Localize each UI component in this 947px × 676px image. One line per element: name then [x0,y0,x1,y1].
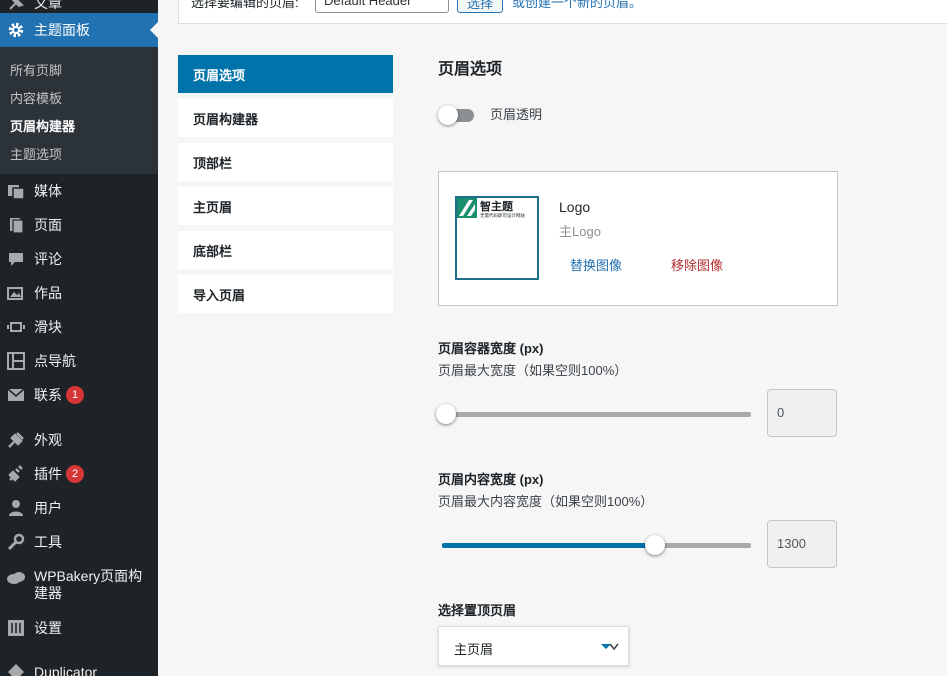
sidebar-item-label: 工具 [34,534,62,550]
sidebar-item-comments[interactable]: 评论 [0,242,158,276]
sidebar-item-label: 点导航 [34,353,76,369]
portfolio-icon [6,283,26,303]
logo-upload-box: 智主题 无需代码即可设计网站 Logo 主Logo 替换图像 移除图像 [438,171,838,306]
sidebar-item-label: WPBakery页面构建器 [34,568,143,601]
sidebar-item-plugins[interactable]: 插件 2 [0,457,158,491]
content-width-slider[interactable] [442,535,751,555]
sidebar-item-label: 滑块 [34,319,62,335]
tab-bottom-bar[interactable]: 底部栏 [178,231,393,269]
logo-image-icon: 智主题 无需代码即可设计网站 [457,198,525,219]
submenu-item-header-builder[interactable]: 页眉构建器 [10,116,75,135]
sidebar-item-label: 设置 [34,620,62,636]
submenu-item-theme-options[interactable]: 主题选项 [10,144,62,163]
transparent-header-toggle[interactable] [438,105,474,125]
sidebar-item-theme-panel[interactable]: 主题面板 [0,13,158,47]
users-icon [6,498,26,518]
sidebar-item-dot-nav[interactable]: 点导航 [0,344,158,378]
slider-knob[interactable] [645,535,665,555]
sidebar-item-label: 页面 [34,217,62,233]
sidebar-item-pages[interactable]: 页面 [0,208,158,242]
container-width-title: 页眉容器宽度 (px) [438,341,544,356]
tab-main-header[interactable]: 主页眉 [178,187,393,225]
create-header-link[interactable]: 或创建一个新的页眉。 [512,0,642,11]
sidebar-item-slider[interactable]: 滑块 [0,310,158,344]
sidebar-item-label: 用户 [34,500,62,516]
dot-nav-icon [6,351,26,371]
tools-icon [6,532,26,552]
sidebar-item-label: 评论 [34,251,62,267]
sidebar-item-users[interactable]: 用户 [0,491,158,525]
logo-thumb-subtext: 无需代码即可设计网站 [480,212,525,219]
mail-icon [6,385,26,405]
notification-badge: 1 [66,386,84,404]
sidebar-item-appearance[interactable]: 外观 [0,423,158,457]
page-title: 页眉选项 [438,61,503,78]
settings-icon [6,618,26,638]
sidebar-item-settings[interactable]: 设置 [0,611,158,645]
logo-title: Logo [559,199,591,215]
content-width-input[interactable]: 1300 [767,520,837,568]
sidebar-item-wpbakery[interactable]: WPBakery页面构建器 [0,564,158,608]
sidebar-item-label: 作品 [34,285,62,301]
gear-icon [6,20,26,40]
slider-knob[interactable] [436,404,456,424]
chevron-down-icon [601,643,619,651]
header-select-bar: 选择要编辑的页眉: Default Header 选择 或创建一个新的页眉。 [178,0,947,24]
slider-icon [6,317,26,337]
submenu-item-all-footers[interactable]: 所有页脚 [10,60,62,79]
container-width-desc: 页眉最大宽度（如果空则100%） [438,363,628,378]
content-width-desc: 页眉最大内容宽度（如果空则100%） [438,494,654,509]
submenu-item-content-templates[interactable]: 内容模板 [10,88,62,107]
sidebar-item-contact[interactable]: 联系 1 [0,378,158,412]
logo-thumbnail[interactable]: 智主题 无需代码即可设计网站 [455,196,539,280]
sticky-header-title: 选择置顶页眉 [438,603,517,618]
plugins-icon [6,464,26,484]
sticky-header-select[interactable]: 主页眉 [438,626,629,666]
sidebar-item-label: 文章 [34,0,62,11]
remove-image-link[interactable]: 移除图像 [671,255,723,274]
media-icon [6,181,26,201]
tab-header-builder[interactable]: 页眉构建器 [178,99,393,137]
sidebar-item-tools[interactable]: 工具 [0,525,158,559]
theme-panel-submenu: 所有页脚 内容模板 页眉构建器 主题选项 [0,47,158,174]
sidebar-item-label: Duplicator [34,664,98,676]
pin-icon [6,0,26,13]
appearance-icon [6,430,26,450]
tab-header-options[interactable]: 页眉选项 [178,55,393,93]
sidebar-item-portfolio[interactable]: 作品 [0,276,158,310]
content-width-title: 页眉内容宽度 (px) [438,472,544,487]
sidebar-item-duplicator[interactable]: Duplicator [0,655,158,676]
comments-icon [6,249,26,269]
replace-image-link[interactable]: 替换图像 [570,255,622,274]
duplicator-icon [6,662,26,676]
container-width-slider[interactable] [436,404,751,424]
tab-import-header[interactable]: 导入页眉 [178,275,393,313]
sticky-header-value: 主页眉 [454,642,494,657]
transparent-header-label: 页眉透明 [490,107,543,122]
header-select-button[interactable]: 选择 [457,0,503,13]
container-width-input[interactable]: 0 [767,389,837,437]
wpbakery-icon [6,568,26,588]
sidebar-item-label: 主题面板 [34,22,90,38]
sidebar-item-media[interactable]: 媒体 [0,174,158,208]
header-select-dropdown[interactable]: Default Header [315,0,449,13]
sidebar-item-label: 插件 [34,466,62,482]
logo-subtitle: 主Logo [559,224,601,239]
pages-icon [6,215,26,235]
header-select-label: 选择要编辑的页眉: [191,0,299,10]
active-indicator [150,22,158,38]
sidebar-item-label: 媒体 [34,183,62,199]
notification-badge: 2 [66,465,84,483]
tab-top-bar[interactable]: 顶部栏 [178,143,393,181]
slider-fill [442,543,655,548]
sidebar-item-label: 联系 [34,387,62,403]
logo-thumb-text: 智主题 [480,199,514,213]
admin-sidebar: 文章 主题面板 所有页脚 内容模板 页眉构建器 主题选项 媒体 页面 评论 作品… [0,0,158,676]
sidebar-item-label: 外观 [34,432,62,448]
toggle-knob [438,105,458,125]
